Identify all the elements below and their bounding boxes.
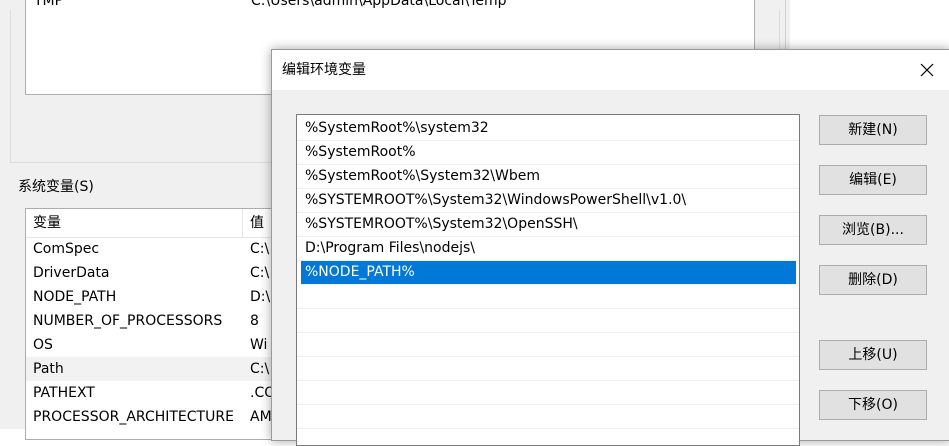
list-item[interactable]: %SystemRoot%\System32\Wbem <box>297 165 799 189</box>
row-name: OS <box>33 337 53 353</box>
system-variables-header: 变量 值 <box>26 209 288 238</box>
row-value: D:\ <box>250 289 271 305</box>
table-row[interactable]: OS Wi <box>26 333 288 357</box>
edit-button[interactable]: 编辑(E) <box>819 165 927 195</box>
row-value: C:\ <box>250 265 270 281</box>
row-name: PROCESSOR_ARCHITECTURE <box>33 409 234 425</box>
list-item-selected[interactable]: %NODE_PATH% <box>301 261 796 285</box>
empty-list-row[interactable] <box>297 285 799 309</box>
entry-text: %SYSTEMROOT%\System32\OpenSSH\ <box>305 216 578 232</box>
empty-list-row[interactable] <box>297 333 799 357</box>
column-header-value[interactable]: 值 <box>250 213 264 233</box>
system-variables-list[interactable]: 变量 值 ComSpec C:\ DriverData C:\ NODE_PAT… <box>25 208 289 440</box>
dialog-title: 编辑环境变量 <box>282 62 366 78</box>
move-up-button[interactable]: 上移(U) <box>819 340 927 370</box>
row-name: ComSpec <box>33 241 100 257</box>
row-value: Wi <box>250 337 268 353</box>
row-name: DriverData <box>33 265 110 281</box>
table-row[interactable]: ComSpec C:\ <box>26 237 288 261</box>
entry-text: %SystemRoot% <box>305 144 416 160</box>
list-item[interactable]: %SystemRoot% <box>297 141 799 165</box>
entry-text: %SYSTEMROOT%\System32\WindowsPowerShell\… <box>305 192 687 208</box>
table-row[interactable]: DriverData C:\ <box>26 261 288 285</box>
system-variables-label: 系统变量(S) <box>18 179 94 195</box>
row-name: NUMBER_OF_PROCESSORS <box>33 313 223 329</box>
table-row[interactable]: NUMBER_OF_PROCESSORS 8 <box>26 309 288 333</box>
table-row[interactable]: PROCESSOR_ARCHITECTURE AM <box>26 405 288 429</box>
move-down-button[interactable]: 下移(O) <box>819 390 927 420</box>
entry-text: %NODE_PATH% <box>305 264 415 280</box>
close-icon <box>920 63 934 77</box>
empty-list-row[interactable] <box>297 405 799 429</box>
empty-list-row[interactable] <box>297 381 799 405</box>
row-name: Path <box>33 361 64 377</box>
list-item[interactable]: D:\Program Files\nodejs\ <box>297 237 799 261</box>
browse-button[interactable]: 浏览(B)... <box>819 215 927 245</box>
close-button[interactable] <box>904 50 949 90</box>
entry-text: D:\Program Files\nodejs\ <box>305 240 476 256</box>
user-var-name[interactable]: TMP <box>34 0 63 15</box>
entry-text: %SystemRoot%\system32 <box>305 120 489 136</box>
table-row-selected[interactable]: Path C:\ <box>26 357 288 381</box>
edit-environment-variable-dialog: 编辑环境变量 %SystemRoot%\system32 %SystemRoot… <box>271 49 949 446</box>
entry-text: %SystemRoot%\System32\Wbem <box>305 168 540 184</box>
user-var-value[interactable]: C:\Users\admin\AppData\Local\Temp <box>251 0 507 15</box>
column-header-variable[interactable]: 变量 <box>33 213 61 233</box>
column-divider[interactable] <box>242 209 243 237</box>
row-value: AM <box>250 409 272 425</box>
delete-button[interactable]: 删除(D) <box>819 265 927 295</box>
row-value: C:\ <box>250 361 270 377</box>
list-item[interactable]: %SYSTEMROOT%\System32\OpenSSH\ <box>297 213 799 237</box>
empty-list-row[interactable] <box>297 357 799 381</box>
path-entries-list[interactable]: %SystemRoot%\system32 %SystemRoot% %Syst… <box>296 114 800 446</box>
empty-list-row[interactable] <box>297 309 799 333</box>
row-name: PATHEXT <box>33 385 95 401</box>
row-name: NODE_PATH <box>33 289 117 305</box>
row-value: 8 <box>250 313 259 329</box>
title-bar[interactable]: 编辑环境变量 <box>272 50 949 90</box>
row-value: C:\ <box>250 241 270 257</box>
table-row[interactable]: PATHEXT .CO <box>26 381 288 405</box>
list-item[interactable]: %SystemRoot%\system32 <box>297 117 799 141</box>
list-item[interactable]: %SYSTEMROOT%\System32\WindowsPowerShell\… <box>297 189 799 213</box>
new-button[interactable]: 新建(N) <box>819 115 927 145</box>
table-row[interactable]: NODE_PATH D:\ <box>26 285 288 309</box>
